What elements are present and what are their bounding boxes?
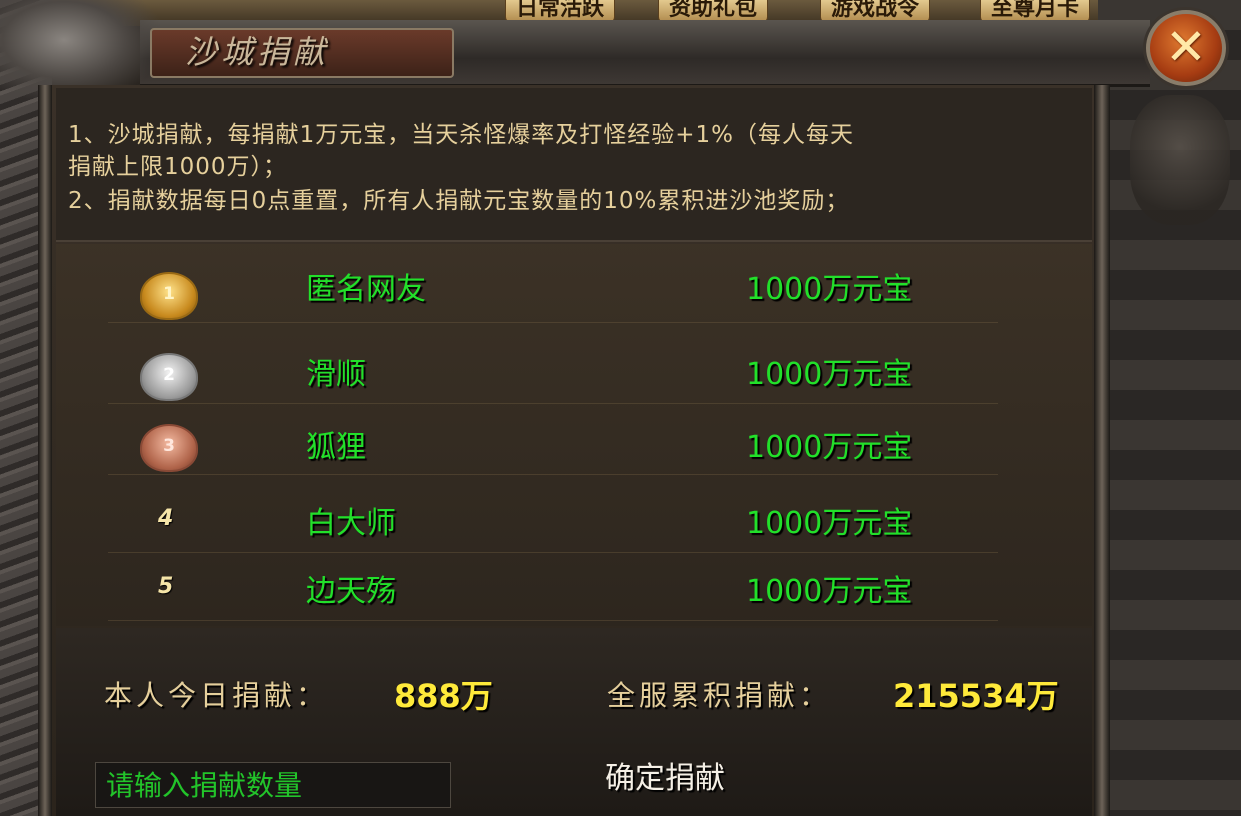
player-name: 白大师 — [306, 506, 396, 541]
rank-number: 5 — [158, 574, 174, 599]
close-x-icon: ✕ — [1165, 18, 1207, 76]
bronze-medal-icon: 3 — [140, 424, 198, 472]
rule-line-1a: 1、沙城捐献，每捐献1万元宝，当天杀怪爆率及打怪经验+1%（每人每天 — [68, 122, 855, 148]
donation-amount: 1000万元宝 — [746, 357, 913, 392]
donation-amount: 1000万元宝 — [746, 430, 913, 465]
rank-number: 4 — [158, 506, 174, 531]
donation-amount: 1000万元宝 — [746, 506, 913, 541]
window-title: 沙城捐献 — [185, 33, 330, 71]
silver-medal-icon: 2 — [140, 353, 198, 401]
donation-amount: 1000万元宝 — [746, 272, 913, 307]
donation-amount: 1000万元宝 — [746, 574, 913, 609]
ranking-row: 2 滑顺 1000万元宝 — [108, 343, 998, 404]
confirm-donation-button[interactable]: 确定捐献 — [590, 756, 740, 802]
right-panel-border — [1094, 85, 1110, 816]
ranking-row: 3 狐狸 1000万元宝 — [108, 414, 998, 475]
rule-line-1b: 捐献上限1000万）； — [68, 154, 288, 180]
player-name: 滑顺 — [306, 357, 366, 392]
my-donation-value: 888万 — [394, 677, 493, 715]
left-panel-border — [38, 85, 52, 816]
player-name: 狐狸 — [306, 430, 366, 465]
ranking-row: 4 白大师 1000万元宝 — [108, 492, 998, 553]
ranking-row: 1 匿名网友 1000万元宝 — [108, 262, 998, 323]
celtic-knot-ornament — [1130, 95, 1230, 225]
my-donation-label: 本人今日捐献： — [104, 679, 329, 712]
server-donation-value: 215534万 — [893, 677, 1059, 715]
ranking-row: 5 边天殇 1000万元宝 — [108, 560, 998, 621]
gold-medal-icon: 1 — [140, 272, 198, 320]
player-name: 匿名网友 — [306, 272, 426, 307]
close-button[interactable]: ✕ — [1146, 10, 1226, 86]
donation-amount-input[interactable] — [95, 762, 451, 808]
player-name: 边天殇 — [306, 574, 396, 609]
server-donation-label: 全服累积捐献： — [607, 679, 832, 712]
rule-line-2: 2、捐献数据每日0点重置，所有人捐献元宝数量的10%累积进沙池奖励； — [68, 188, 850, 214]
